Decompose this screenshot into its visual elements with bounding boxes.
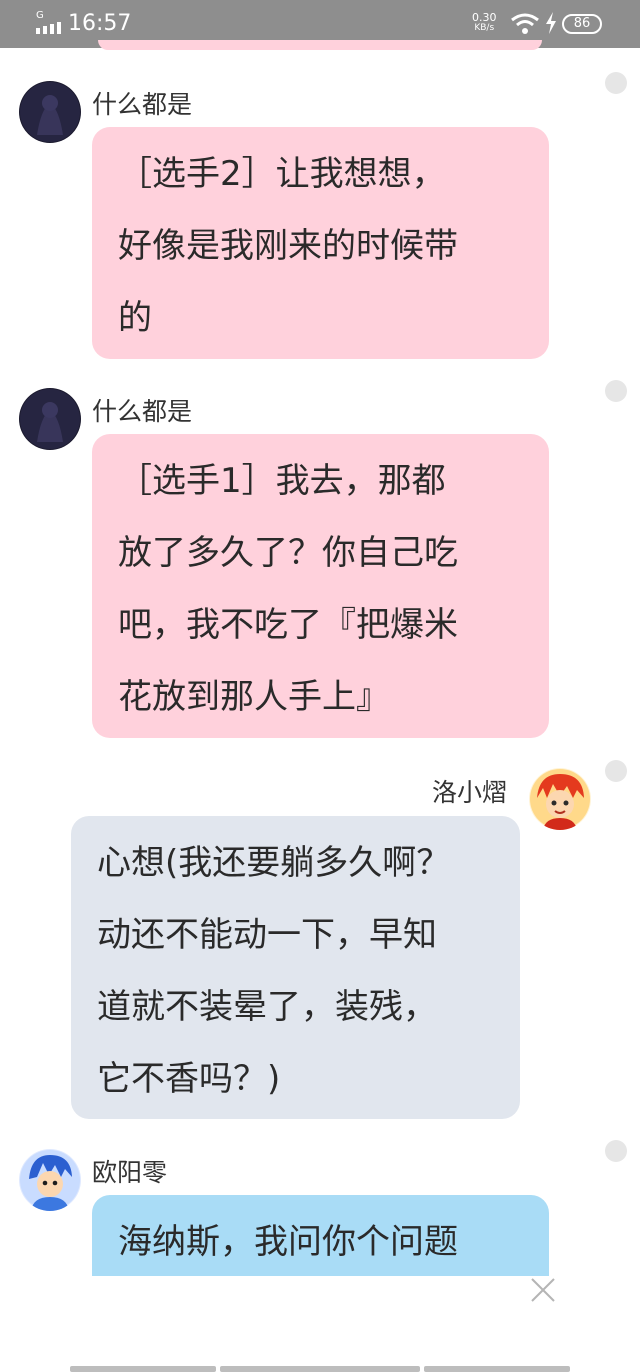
red-hair-cartoon-avatar[interactable] xyxy=(529,768,591,830)
message-bubble[interactable]: 心想(我还要躺多久啊？ 动还不能动一下，早知 道就不装晕了，装残， 它不香吗？) xyxy=(71,816,520,1119)
message-line: 它不香吗？) xyxy=(97,1059,281,1099)
message-bubble[interactable]: ［选手1］我去，那都 放了多久了？你自己吃 吧，我不吃了『把爆米 花放到那人手上… xyxy=(92,434,549,738)
network-speed-value: 0.30 xyxy=(472,11,497,24)
unread-dot xyxy=(605,1140,627,1162)
unread-dot xyxy=(605,72,627,94)
message-line: 吧，我不吃了『把爆米 xyxy=(118,605,458,645)
previous-bubble-remnant xyxy=(98,40,542,50)
charging-bolt-icon xyxy=(546,12,556,34)
toolbar-segment[interactable] xyxy=(70,1366,216,1372)
message-line: ［选手1］我去，那都 xyxy=(118,461,446,501)
message-bubble[interactable]: 海纳斯，我问你个问题 xyxy=(92,1195,549,1276)
message-line: 好像是我刚来的时候带 xyxy=(118,226,458,266)
network-type: G xyxy=(36,10,44,21)
dark-avatar[interactable] xyxy=(19,81,81,143)
message-line: 道就不装晕了，装残， xyxy=(97,987,437,1027)
sender-name: 洛小熠 xyxy=(432,778,508,807)
close-icon[interactable] xyxy=(530,1277,556,1303)
network-speed-unit: KB/s xyxy=(474,23,495,33)
message-line: ［选手2］让我想想， xyxy=(118,154,446,194)
unread-dot xyxy=(605,380,627,402)
sender-name: 什么都是 xyxy=(92,90,193,119)
signal-icon xyxy=(36,22,61,34)
dark-avatar[interactable] xyxy=(19,388,81,450)
status-time: 16:57 xyxy=(68,11,132,36)
battery-indicator: 86 xyxy=(562,14,602,34)
toolbar-segment[interactable] xyxy=(220,1366,420,1372)
message-line: 心想(我还要躺多久啊？ xyxy=(97,843,451,883)
message-line: 花放到那人手上』 xyxy=(118,677,390,717)
wifi-icon xyxy=(511,13,539,34)
sender-name: 欧阳零 xyxy=(92,1158,168,1187)
network-speed: 0.30 KB/s xyxy=(472,12,497,34)
message-bubble[interactable]: ［选手2］让我想想， 好像是我刚来的时候带 的 xyxy=(92,127,549,359)
sender-name: 什么都是 xyxy=(92,397,193,426)
message-line: 海纳斯，我问你个问题 xyxy=(118,1222,458,1262)
message-line: 放了多久了？你自己吃 xyxy=(118,533,458,573)
message-line: 动还不能动一下，早知 xyxy=(97,915,437,955)
bottom-toolbar-remnant xyxy=(0,1363,640,1372)
blue-hair-cartoon-avatar[interactable] xyxy=(19,1149,81,1211)
toolbar-segment[interactable] xyxy=(424,1366,570,1372)
message-line: 的 xyxy=(118,298,152,338)
unread-dot xyxy=(605,760,627,782)
